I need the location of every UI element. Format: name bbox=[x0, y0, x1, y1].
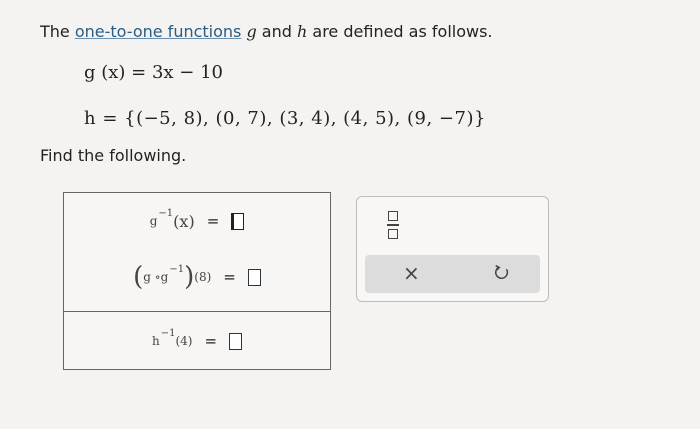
g-definition: g (x) = 3x − 10 bbox=[84, 62, 223, 83]
composition-inner: g ∘g bbox=[143, 270, 169, 284]
argument: (4) bbox=[175, 334, 193, 348]
fraction-bar bbox=[387, 224, 399, 226]
equals-sign: = bbox=[206, 212, 220, 230]
var-g: g bbox=[246, 22, 257, 41]
fn-label: g bbox=[149, 214, 158, 228]
composition-answer-input[interactable] bbox=[247, 268, 261, 286]
fn-label: h bbox=[151, 334, 160, 348]
equals-sign: = bbox=[223, 268, 236, 286]
fraction-icon[interactable] bbox=[386, 211, 400, 239]
h-definition: h = {(−5, 8), (0, 7), (3, 4), (4, 5), (9… bbox=[84, 108, 486, 129]
inverse-exponent: −1 bbox=[160, 327, 176, 339]
inverse-exponent: −1 bbox=[169, 263, 185, 275]
find-label: Find the following. bbox=[40, 146, 187, 165]
answer-box: g −1 (x) = (g ∘g −1) (8) = h −1 (4) = bbox=[63, 192, 331, 370]
prompt-prefix: The bbox=[40, 22, 75, 41]
prompt-suffix: are defined as follows. bbox=[307, 22, 493, 41]
answer-row-g-inverse: g −1 (x) = bbox=[64, 199, 330, 243]
inverse-exponent: −1 bbox=[158, 207, 174, 219]
right-paren: ) bbox=[184, 262, 195, 292]
undo-icon[interactable] bbox=[493, 263, 511, 281]
numerator-box bbox=[388, 211, 398, 221]
math-tool-panel: × bbox=[356, 196, 549, 302]
answer-row-composition: (g ∘g −1) (8) = bbox=[64, 247, 330, 307]
answer-row-h-inverse: h −1 (4) = bbox=[64, 311, 330, 370]
argument: (8) bbox=[194, 270, 212, 284]
g-inverse-expression: g −1 (x) bbox=[149, 208, 195, 231]
composition-expression: (g ∘g −1) (8) bbox=[133, 262, 212, 292]
action-bar: × bbox=[365, 255, 540, 293]
denominator-box bbox=[388, 229, 398, 239]
var-h: h bbox=[297, 22, 308, 41]
h-inverse-answer-input[interactable] bbox=[229, 332, 243, 350]
argument: (x) bbox=[173, 211, 195, 231]
equals-sign: = bbox=[204, 332, 218, 350]
one-to-one-functions-link[interactable]: one-to-one functions bbox=[75, 22, 242, 41]
prompt-and: and bbox=[256, 22, 297, 41]
h-inverse-expression: h −1 (4) bbox=[151, 328, 193, 349]
clear-button[interactable]: × bbox=[403, 261, 420, 285]
question-prompt: The one-to-one functions g and h are def… bbox=[40, 22, 493, 41]
g-inverse-answer-input[interactable] bbox=[231, 212, 245, 230]
left-paren: ( bbox=[133, 262, 144, 292]
